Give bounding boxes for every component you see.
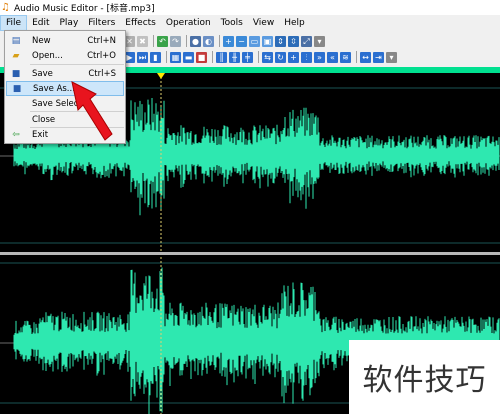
loop-icon[interactable]: ↻ xyxy=(275,51,286,63)
toolbar-row-1: ✕ ✖ ↶ ↷ ● ◐ + − ▭ ▣ ⇕ ⇳ ⤢ ▾ xyxy=(124,33,327,49)
menu-operation[interactable]: Operation xyxy=(161,15,216,31)
zoom-vertical-in-icon[interactable]: ⇕ xyxy=(275,35,286,47)
open-folder-icon: ▰ xyxy=(12,50,20,61)
exit-icon: ⇦ xyxy=(12,129,20,140)
toolbar-more-icon[interactable]: ▾ xyxy=(386,51,397,63)
equalizer-icon[interactable]: ≋ xyxy=(340,51,351,63)
toolbar-divider xyxy=(219,35,220,47)
amplify-icon[interactable]: ║ xyxy=(216,51,227,63)
menu-item-open[interactable]: ▰ Open... Ctrl+O xyxy=(6,48,124,63)
select-icon[interactable]: ▦ xyxy=(170,51,181,63)
normalize-icon[interactable]: ╫ xyxy=(229,51,240,63)
insert-icon[interactable]: + xyxy=(288,51,299,63)
zoom-out-icon[interactable]: − xyxy=(236,35,247,47)
menu-item-open-label: Open... xyxy=(32,50,63,61)
watermark: 软件技巧 xyxy=(349,340,500,414)
save-as-icon: ■ xyxy=(12,83,22,94)
menu-operation-label: Operation xyxy=(165,18,211,28)
stretch-icon[interactable]: ↔ xyxy=(360,51,371,63)
menu-item-new[interactable]: ▤ New Ctrl+N xyxy=(6,33,124,48)
new-file-icon: ▤ xyxy=(11,35,21,46)
compress-icon[interactable]: ⇥ xyxy=(373,51,384,63)
split-icon[interactable]: ⫶ xyxy=(301,51,312,63)
toolbar-divider xyxy=(186,35,187,47)
menu-effects-label: Effects xyxy=(125,18,156,28)
redo-icon[interactable]: ↷ xyxy=(170,35,181,47)
fade-icon[interactable]: ╪ xyxy=(242,51,253,63)
menu-help-label: Help xyxy=(284,18,305,28)
playhead-marker[interactable] xyxy=(157,73,165,79)
red-pointer-arrow-icon xyxy=(71,81,113,141)
blank-icon xyxy=(11,115,21,125)
menu-item-save-shortcut: Ctrl+S xyxy=(88,68,116,79)
menu-item-open-shortcut: Ctrl+O xyxy=(87,50,116,61)
menu-filters-label: Filters xyxy=(88,18,116,28)
monitor-icon[interactable]: ◐ xyxy=(203,35,214,47)
toolbar-row-2: ▶ ⏭ ▮ ▦ ▬ ■ ║ ╫ ╪ ⇆ ↻ + ⫶ » « ≋ ↔ ⇥ ▾ xyxy=(124,49,399,65)
zoom-in-icon[interactable]: + xyxy=(223,35,234,47)
menu-play-label: Play xyxy=(59,18,79,28)
watermark-text: 软件技巧 xyxy=(362,363,487,398)
menu-effects[interactable]: Effects xyxy=(120,15,161,31)
channel-divider xyxy=(0,252,500,255)
reverse-icon[interactable]: ⇆ xyxy=(262,51,273,63)
menu-item-new-shortcut: Ctrl+N xyxy=(87,35,116,46)
zoom-selection-icon[interactable]: ▭ xyxy=(249,35,260,47)
menu-edit[interactable]: Edit xyxy=(27,15,54,31)
menu-filters[interactable]: Filters xyxy=(83,15,120,31)
toolbar-divider xyxy=(356,51,357,63)
reverb-icon[interactable]: « xyxy=(327,51,338,63)
menu-tools-label: Tools xyxy=(220,18,243,28)
menu-view-label: View xyxy=(252,18,275,28)
end-icon[interactable]: ⏭ xyxy=(137,51,148,63)
menu-item-save-label: Save xyxy=(32,68,53,79)
zoom-full-icon[interactable]: ▣ xyxy=(262,35,273,47)
record-icon[interactable]: ● xyxy=(190,35,201,47)
echo-icon[interactable]: » xyxy=(314,51,325,63)
blank-icon xyxy=(11,99,21,109)
fit-icon[interactable]: ⤢ xyxy=(301,35,312,47)
menu-file-label: File xyxy=(6,18,22,28)
toolbar-divider xyxy=(258,51,259,63)
toolbar-divider xyxy=(166,51,167,63)
window-title: Audio Music Editor - [标音.mp3] xyxy=(14,4,155,14)
stop-icon[interactable]: ■ xyxy=(196,51,207,63)
delete-selection-icon[interactable]: ✖ xyxy=(137,35,148,47)
menu-edit-label: Edit xyxy=(32,18,50,28)
silence-icon[interactable]: ▬ xyxy=(183,51,194,63)
menu-item-new-label: New xyxy=(32,35,51,46)
menu-tools[interactable]: Tools xyxy=(216,15,248,31)
toolbar-more-icon[interactable]: ▾ xyxy=(314,35,325,47)
menu-item-save[interactable]: ■ Save Ctrl+S xyxy=(6,66,124,81)
toolbar-divider xyxy=(212,51,213,63)
menu-help[interactable]: Help xyxy=(279,15,310,31)
save-icon: ■ xyxy=(11,68,21,79)
menu-play[interactable]: Play xyxy=(55,15,84,31)
menu-bar: File Edit Play Filters Effects Operation… xyxy=(0,15,500,31)
menu-separator xyxy=(30,64,124,65)
undo-icon[interactable]: ↶ xyxy=(157,35,168,47)
menu-file[interactable]: File xyxy=(0,15,28,31)
zoom-vertical-out-icon[interactable]: ⇳ xyxy=(288,35,299,47)
music-note-icon: ♫ xyxy=(1,1,10,13)
menu-view[interactable]: View xyxy=(248,15,279,31)
toolbar-divider xyxy=(153,35,154,47)
marker-icon[interactable]: ▮ xyxy=(150,51,161,63)
title-bar: ♫ Audio Music Editor - [标音.mp3] xyxy=(0,0,500,15)
